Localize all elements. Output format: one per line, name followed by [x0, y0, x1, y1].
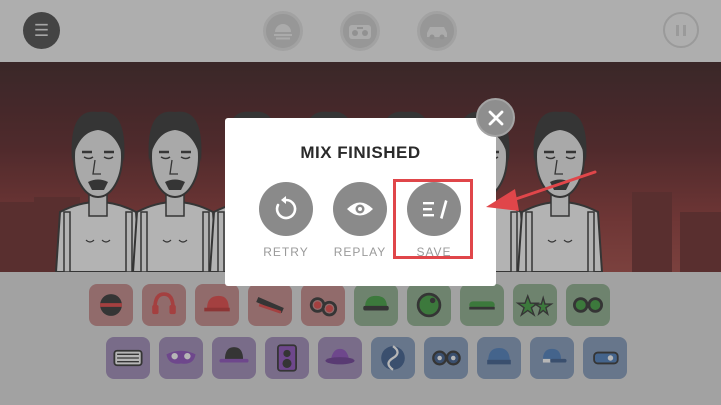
replay-button[interactable]: REPLAY — [330, 182, 390, 259]
dialog-title: MIX FINISHED — [300, 143, 421, 162]
replay-circle[interactable] — [333, 182, 387, 236]
retry-button[interactable]: RETRY — [256, 182, 316, 259]
retry-icon — [275, 196, 297, 220]
replay-label: REPLAY — [333, 245, 387, 259]
retry-label: RETRY — [263, 245, 309, 259]
save-highlight-box — [393, 179, 473, 259]
close-icon — [488, 110, 503, 125]
retry-circle[interactable] — [259, 182, 313, 236]
eye-icon — [347, 202, 373, 216]
game-stage: ☰ MIX FINISHED RETRY REPLAY SAVE — [0, 0, 721, 405]
close-dialog-button[interactable] — [476, 98, 515, 137]
